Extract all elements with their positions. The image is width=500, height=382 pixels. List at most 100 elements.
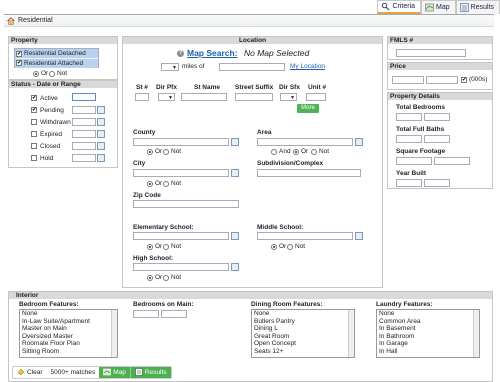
tab-map[interactable]: Map: [421, 0, 456, 14]
list-item[interactable]: Seats 12+: [254, 348, 354, 356]
area-or-radio[interactable]: [293, 149, 299, 155]
total-full-baths-max[interactable]: [424, 135, 450, 143]
calendar-icon[interactable]: [97, 118, 105, 126]
dir-sfx-select[interactable]: ▼: [280, 93, 297, 101]
calendar-icon[interactable]: [97, 154, 105, 162]
map-search-link[interactable]: Map Search:: [187, 48, 238, 58]
year-built-min[interactable]: [396, 179, 422, 187]
price-thousands-checkbox[interactable]: ✔: [461, 77, 467, 83]
calendar-icon[interactable]: [97, 106, 105, 114]
list-item[interactable]: Great Room: [254, 333, 354, 341]
scrollbar[interactable]: [348, 310, 354, 357]
scrollbar[interactable]: [111, 310, 117, 357]
st-name-input[interactable]: [181, 93, 227, 101]
status-date-field[interactable]: [72, 106, 96, 114]
county-or-radio[interactable]: [147, 149, 153, 155]
city-or-radio[interactable]: [147, 181, 153, 187]
list-item[interactable]: Oversized Master: [22, 333, 117, 341]
list-item[interactable]: In Basement: [379, 325, 479, 333]
elementary-not-radio[interactable]: [163, 244, 169, 250]
total-bedrooms-max[interactable]: [424, 113, 450, 121]
list-item[interactable]: None: [254, 310, 354, 318]
status-checkbox[interactable]: ✔: [31, 107, 37, 113]
area-and-radio[interactable]: [271, 149, 277, 155]
high-not-radio[interactable]: [163, 275, 169, 281]
calendar-icon[interactable]: [97, 142, 105, 150]
property-type-item[interactable]: ✔ Residential Attached: [15, 58, 98, 68]
list-item[interactable]: Dining L: [254, 325, 354, 333]
lookup-icon[interactable]: [231, 138, 239, 146]
status-checkbox[interactable]: [31, 155, 37, 161]
status-checkbox[interactable]: [31, 119, 37, 125]
street-suffix-input[interactable]: [235, 93, 273, 101]
help-icon[interactable]: ?: [177, 50, 184, 57]
lookup-icon[interactable]: [231, 169, 239, 177]
square-footage-min[interactable]: [396, 157, 432, 165]
elementary-or-radio[interactable]: [147, 244, 153, 250]
city-not-radio[interactable]: [163, 181, 169, 187]
miles-of-location-input[interactable]: [219, 63, 285, 71]
distance-select[interactable]: ▼: [161, 63, 179, 71]
bedroom-features-list[interactable]: None In-Law Suite/Apartment Master on Ma…: [19, 309, 118, 358]
total-full-baths-min[interactable]: [396, 135, 422, 143]
middle-school-input[interactable]: [257, 232, 353, 240]
lookup-icon[interactable]: [231, 232, 239, 240]
status-checkbox[interactable]: [31, 131, 37, 137]
property-type-list[interactable]: ✔ Residential Detached ✔ Residential Att…: [14, 48, 99, 68]
status-date-field[interactable]: [72, 93, 96, 101]
property-type-checkbox[interactable]: ✔: [16, 60, 22, 66]
elementary-school-input[interactable]: [133, 232, 229, 240]
zip-code-input[interactable]: [133, 200, 239, 208]
unit-number-input[interactable]: [306, 93, 326, 101]
list-item[interactable]: In-Law Suite/Apartment: [22, 318, 117, 326]
area-input[interactable]: [257, 138, 353, 146]
property-or-radio[interactable]: [33, 71, 39, 77]
high-school-input[interactable]: [133, 263, 229, 271]
middle-or-radio[interactable]: [271, 244, 277, 250]
price-max-input[interactable]: [426, 76, 458, 84]
status-date-field[interactable]: [72, 154, 96, 162]
results-button[interactable]: Results: [129, 367, 171, 378]
list-item[interactable]: None: [22, 310, 117, 318]
total-bedrooms-min[interactable]: [396, 113, 422, 121]
property-type-checkbox[interactable]: ✔: [16, 50, 22, 57]
status-date-field[interactable]: [72, 130, 96, 138]
bedrooms-on-main-min[interactable]: [133, 310, 159, 318]
more-button[interactable]: More: [297, 104, 319, 113]
city-input[interactable]: [133, 169, 229, 177]
price-min-input[interactable]: [392, 76, 424, 84]
lookup-icon[interactable]: [355, 232, 363, 240]
year-built-max[interactable]: [424, 179, 450, 187]
calendar-icon[interactable]: [97, 130, 105, 138]
list-item[interactable]: In Garage: [379, 340, 479, 348]
middle-not-radio[interactable]: [287, 244, 293, 250]
county-input[interactable]: [133, 138, 229, 146]
status-checkbox[interactable]: [31, 143, 37, 149]
status-date-field[interactable]: [72, 142, 96, 150]
property-type-item[interactable]: ✔ Residential Detached: [15, 49, 98, 58]
status-date-field[interactable]: [72, 118, 96, 126]
list-item[interactable]: Master on Main: [22, 325, 117, 333]
tab-results[interactable]: Results: [455, 0, 500, 14]
map-button[interactable]: Map: [99, 367, 130, 378]
list-item[interactable]: In Hall: [379, 348, 479, 356]
list-item[interactable]: None: [379, 310, 479, 318]
square-footage-max[interactable]: [434, 157, 470, 165]
st-number-input[interactable]: [135, 93, 149, 101]
property-not-radio[interactable]: [49, 71, 55, 77]
subdivision-input[interactable]: [257, 169, 361, 177]
dining-room-features-list[interactable]: None Butlers Pantry Dining L Great Room …: [251, 309, 355, 358]
fmls-number-input[interactable]: [396, 49, 466, 57]
my-location-link[interactable]: My Location: [290, 63, 325, 70]
list-item[interactable]: Common Area: [379, 318, 479, 326]
clear-button[interactable]: Clear: [13, 367, 47, 378]
dir-pfx-select[interactable]: ▼: [158, 93, 175, 101]
scrollbar[interactable]: [473, 310, 479, 357]
list-item[interactable]: Open Concept: [254, 340, 354, 348]
list-item[interactable]: Roomate Floor Plan: [22, 340, 117, 348]
laundry-features-list[interactable]: None Common Area In Basement In Bathroom…: [376, 309, 480, 358]
area-not-radio[interactable]: [311, 149, 317, 155]
lookup-icon[interactable]: [231, 263, 239, 271]
high-or-radio[interactable]: [147, 275, 153, 281]
list-item[interactable]: Sitting Room: [22, 348, 117, 356]
